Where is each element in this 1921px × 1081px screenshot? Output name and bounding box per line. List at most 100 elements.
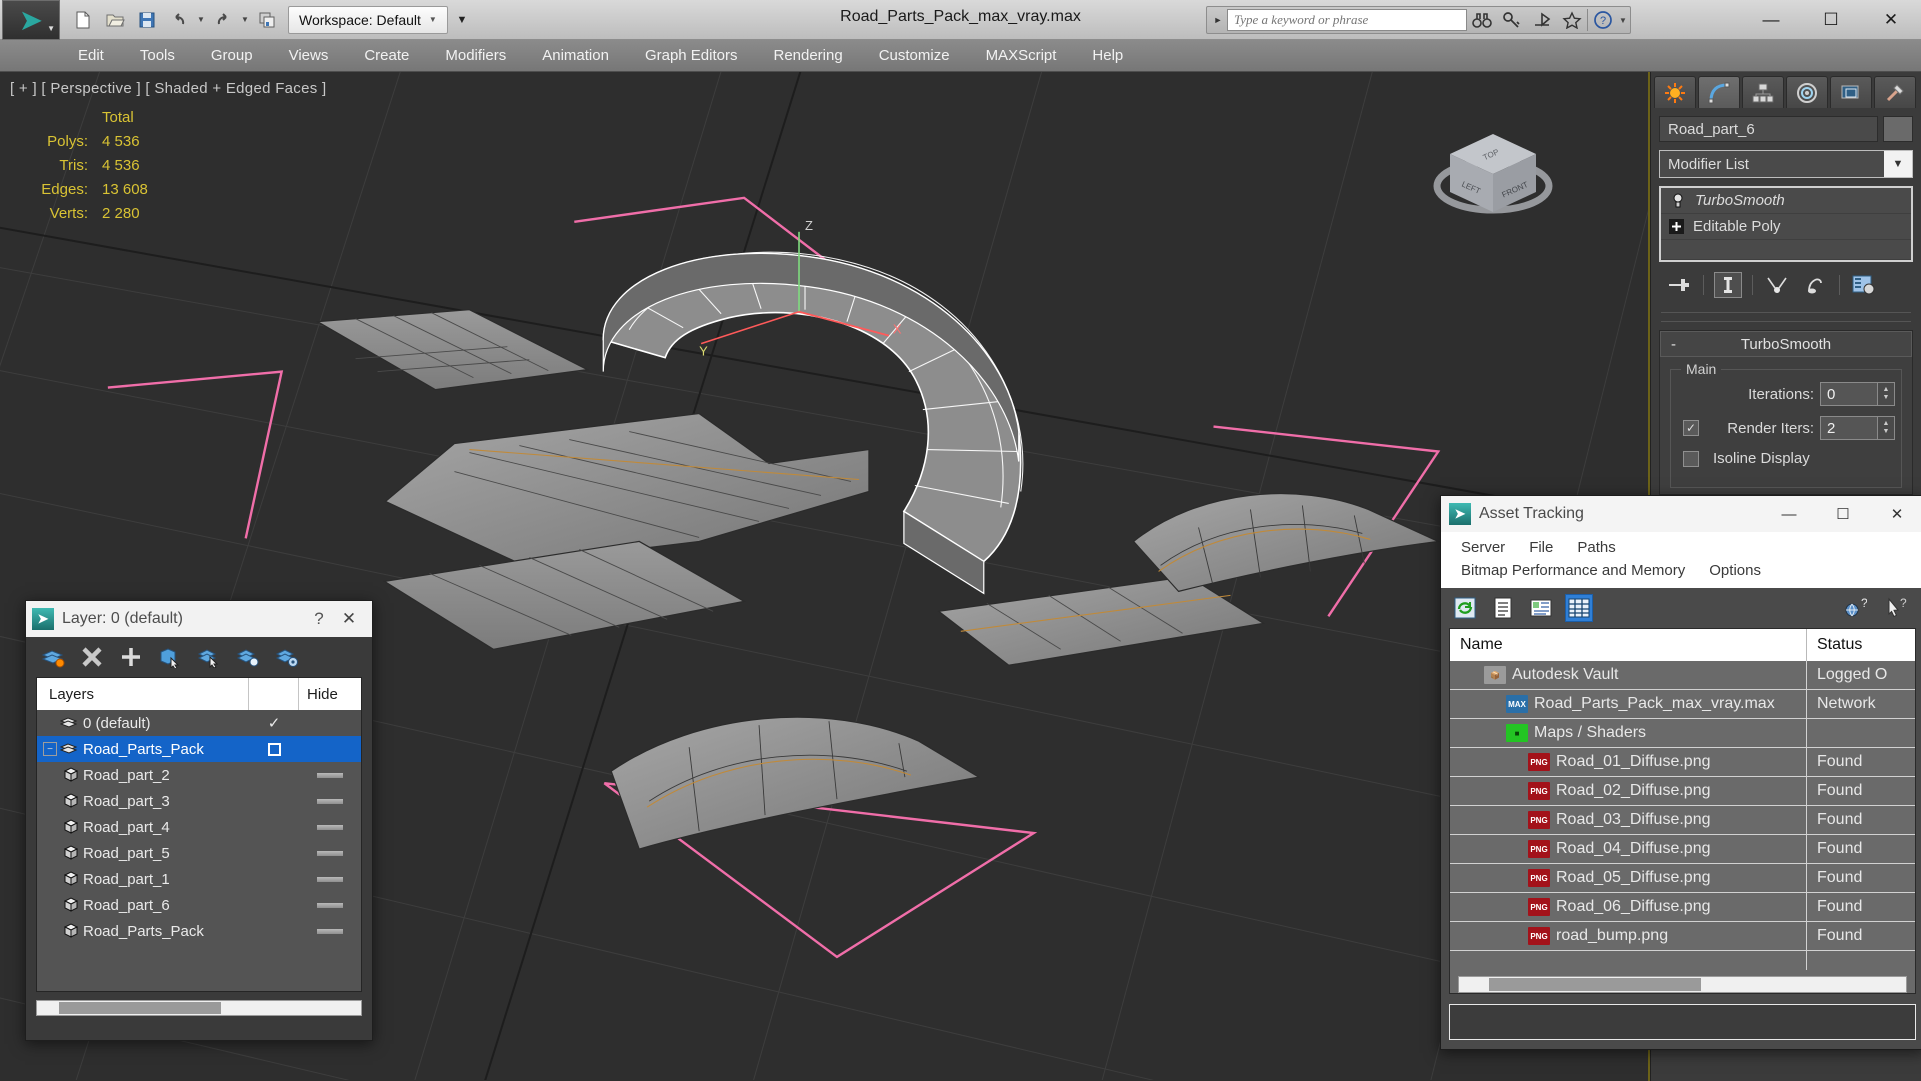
show-end-result-icon[interactable] bbox=[1714, 272, 1742, 298]
layer-properties-icon[interactable] bbox=[274, 644, 300, 670]
menu-graph-editors[interactable]: Graph Editors bbox=[627, 43, 756, 68]
star-icon[interactable] bbox=[1557, 7, 1587, 33]
plus-box-icon[interactable] bbox=[1667, 218, 1685, 236]
chevron-right-icon[interactable]: ► bbox=[1209, 15, 1227, 25]
scrollbar-thumb[interactable] bbox=[1489, 978, 1701, 991]
table-row[interactable]: PNG Road_06_Diffuse.png Found bbox=[1450, 893, 1915, 922]
menu-customize[interactable]: Customize bbox=[861, 43, 968, 68]
table-row[interactable]: PNG Road_02_Diffuse.png Found bbox=[1450, 777, 1915, 806]
table-row[interactable]: PNG Road_04_Diffuse.png Found bbox=[1450, 835, 1915, 864]
new-file-button[interactable] bbox=[68, 5, 98, 35]
layer-row-road-part-4[interactable]: Road_part_4 bbox=[37, 814, 361, 840]
undo-dropdown-icon[interactable]: ▼ bbox=[196, 15, 206, 24]
layer-list[interactable]: Layers Hide 0 (default) ✓ − Road_Parts_P… bbox=[36, 677, 362, 992]
layer-row-road-part-5[interactable]: Road_part_5 bbox=[37, 840, 361, 866]
binoculars-icon[interactable] bbox=[1467, 7, 1497, 33]
menu-animation[interactable]: Animation bbox=[524, 43, 627, 68]
table-row[interactable]: PNG Road_01_Diffuse.png Found bbox=[1450, 748, 1915, 777]
collapse-expander-icon[interactable]: − bbox=[43, 742, 57, 756]
workspace-selector[interactable]: Workspace: Default ▼ bbox=[288, 5, 448, 34]
pin-stack-icon[interactable] bbox=[1665, 272, 1693, 298]
object-name-field[interactable]: Road_part_6 bbox=[1659, 116, 1878, 142]
remove-modifier-icon[interactable] bbox=[1801, 272, 1829, 298]
menu-create[interactable]: Create bbox=[346, 43, 427, 68]
layer-row-road-part-3[interactable]: Road_part_3 bbox=[37, 788, 361, 814]
object-hide-toggle[interactable] bbox=[299, 850, 361, 856]
view-cube[interactable]: TOP LEFT FRONT bbox=[1418, 112, 1568, 232]
grid-view-icon[interactable] bbox=[1565, 594, 1593, 622]
render-iters-spinner[interactable]: 2 ▲ ▼ bbox=[1820, 416, 1895, 440]
layer-row-road-parts-pack-object[interactable]: Road_Parts_Pack bbox=[37, 918, 361, 944]
layer-row-road-part-1[interactable]: Road_part_1 bbox=[37, 866, 361, 892]
menu-edit[interactable]: Edit bbox=[60, 43, 122, 68]
asset-tracking-dialog[interactable]: ➤ Asset Tracking — ☐ ✕ Server File Paths… bbox=[1440, 495, 1921, 1050]
asset-menu-file[interactable]: File bbox=[1517, 536, 1565, 559]
column-status[interactable]: Status bbox=[1807, 629, 1915, 661]
table-row[interactable]: 📦 Autodesk Vault Logged O bbox=[1450, 661, 1915, 690]
layer-row-default[interactable]: 0 (default) ✓ bbox=[37, 710, 361, 736]
object-hide-toggle[interactable] bbox=[299, 824, 361, 830]
open-file-button[interactable] bbox=[100, 5, 130, 35]
column-name[interactable]: Name bbox=[1450, 629, 1807, 661]
list-view-icon[interactable] bbox=[1489, 594, 1517, 622]
add-layer-icon[interactable] bbox=[118, 644, 144, 670]
minimize-button[interactable]: — bbox=[1741, 0, 1801, 40]
close-button[interactable]: ✕ bbox=[1870, 496, 1921, 532]
redo-button[interactable] bbox=[208, 5, 238, 35]
spinner-arrows-icon[interactable]: ▲ ▼ bbox=[1878, 416, 1895, 440]
layer-row-road-part-6[interactable]: Road_part_6 bbox=[37, 892, 361, 918]
asset-dialog-titlebar[interactable]: ➤ Asset Tracking — ☐ ✕ bbox=[1441, 496, 1921, 532]
modify-tab[interactable] bbox=[1698, 76, 1740, 108]
table-row[interactable]: PNG Road_03_Diffuse.png Found bbox=[1450, 806, 1915, 835]
minimize-button[interactable]: — bbox=[1762, 496, 1816, 532]
new-layer-icon[interactable] bbox=[40, 644, 66, 670]
layer-horizontal-scrollbar[interactable] bbox=[36, 1000, 362, 1016]
help-button[interactable]: ? bbox=[306, 609, 332, 629]
redo-dropdown-icon[interactable]: ▼ bbox=[240, 15, 250, 24]
table-row[interactable]: ■ Maps / Shaders bbox=[1450, 719, 1915, 748]
help-dropdown-icon[interactable]: ▼ bbox=[1618, 16, 1628, 25]
modifier-stack-item-turbosmooth[interactable]: TurboSmooth bbox=[1661, 188, 1911, 214]
set-current-layer-icon[interactable] bbox=[235, 644, 261, 670]
details-view-icon[interactable] bbox=[1527, 594, 1555, 622]
satellite-dish-icon[interactable] bbox=[1527, 7, 1557, 33]
select-objects-icon[interactable] bbox=[157, 644, 183, 670]
help-globe-icon[interactable]: ? bbox=[1842, 594, 1870, 622]
modifier-stack-item-editable-poly[interactable]: Editable Poly bbox=[1661, 214, 1911, 240]
table-row[interactable]: MAX Road_Parts_Pack_max_vray.max Network bbox=[1450, 690, 1915, 719]
object-color-swatch[interactable] bbox=[1883, 116, 1913, 142]
maximize-button[interactable]: ☐ bbox=[1801, 0, 1861, 40]
asset-horizontal-scrollbar[interactable] bbox=[1458, 976, 1907, 993]
save-file-button[interactable] bbox=[132, 5, 162, 35]
menu-maxscript[interactable]: MAXScript bbox=[968, 43, 1075, 68]
spinner-arrows-icon[interactable]: ▲ ▼ bbox=[1878, 382, 1895, 406]
layer-row-road-parts-pack[interactable]: − Road_Parts_Pack bbox=[37, 736, 361, 762]
rollout-header[interactable]: - TurboSmooth bbox=[1660, 331, 1912, 357]
menu-views[interactable]: Views bbox=[271, 43, 347, 68]
object-hide-toggle[interactable] bbox=[299, 798, 361, 804]
close-button[interactable]: ✕ bbox=[1861, 0, 1921, 40]
layer-dialog-titlebar[interactable]: ➤ Layer: 0 (default) ? ✕ bbox=[26, 601, 372, 637]
menu-group[interactable]: Group bbox=[193, 43, 271, 68]
object-hide-toggle[interactable] bbox=[299, 876, 361, 882]
asset-menu-paths[interactable]: Paths bbox=[1565, 536, 1627, 559]
menu-tools[interactable]: Tools bbox=[122, 43, 193, 68]
table-row[interactable]: PNG road_bump.png Found bbox=[1450, 922, 1915, 951]
asset-menu-options[interactable]: Options bbox=[1697, 559, 1773, 582]
scrollbar-thumb[interactable] bbox=[59, 1002, 221, 1014]
chevron-down-icon[interactable]: ▼ bbox=[1884, 151, 1912, 177]
modifier-list-dropdown[interactable]: Modifier List ▼ bbox=[1659, 150, 1913, 178]
delete-layer-icon[interactable] bbox=[79, 644, 105, 670]
select-layer-icon[interactable] bbox=[196, 644, 222, 670]
render-iters-checkbox[interactable]: ✓ bbox=[1683, 420, 1699, 436]
close-button[interactable]: ✕ bbox=[332, 609, 366, 629]
layer-row-road-part-2[interactable]: Road_part_2 bbox=[37, 762, 361, 788]
iterations-spinner[interactable]: 0 ▲ ▼ bbox=[1820, 382, 1895, 406]
motion-tab[interactable] bbox=[1786, 76, 1828, 108]
isoline-display-checkbox[interactable] bbox=[1683, 450, 1699, 467]
context-help-icon[interactable]: ? bbox=[1882, 594, 1910, 622]
object-hide-toggle[interactable] bbox=[299, 928, 361, 934]
column-hide[interactable]: Hide bbox=[299, 678, 361, 710]
key-icon[interactable] bbox=[1497, 7, 1527, 33]
app-menu-button[interactable]: ➤ ▼ bbox=[2, 0, 60, 40]
